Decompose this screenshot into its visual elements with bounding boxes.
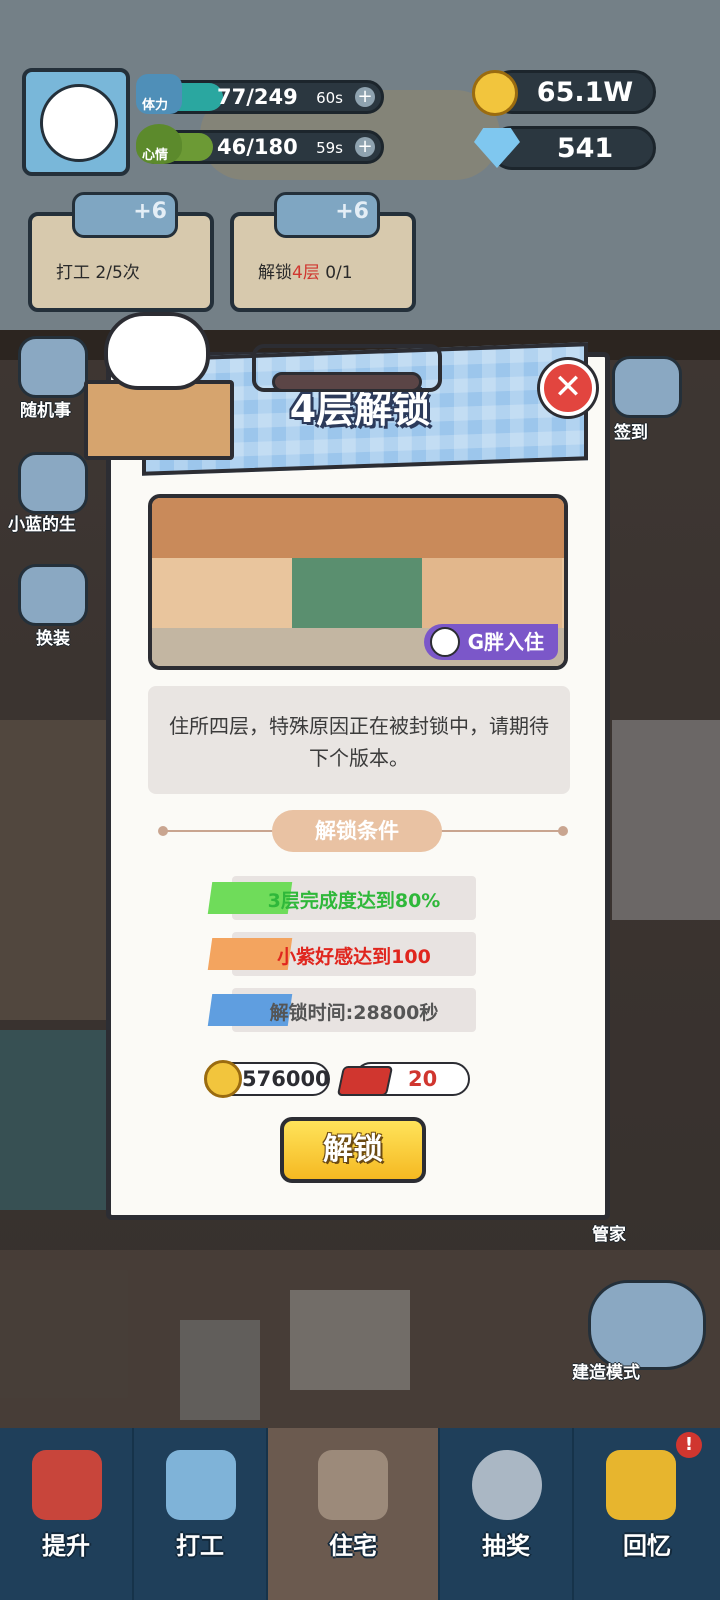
floor-preview-image: G胖入住	[148, 494, 568, 670]
stamina-label: 体力	[142, 98, 169, 113]
resident-face-icon	[429, 627, 460, 657]
divider-dot	[158, 826, 168, 836]
tab-label: 住宅	[329, 1532, 377, 1560]
xiaolan-life-button[interactable]	[18, 452, 88, 514]
description-box: 住所四层，特殊原因正在被封锁中，请期待下个版本。	[148, 686, 570, 794]
tab-label: 回忆	[623, 1532, 671, 1560]
resident-badge-text: G胖入住	[467, 630, 544, 654]
task-text: 解锁4层 0/1	[258, 263, 353, 283]
condition-text: 小紫好感达到100	[277, 946, 431, 968]
condition-row: 解锁时间:28800秒	[207, 988, 476, 1032]
divider-dot	[558, 826, 568, 836]
description-text: 住所四层，特殊原因正在被封锁中，请期待下个版本。	[169, 714, 549, 770]
heart-icon: 心情	[136, 124, 182, 164]
tab-home[interactable]: 住宅	[268, 1428, 440, 1600]
tab-label: 打工	[176, 1532, 224, 1560]
task-bonus: +6	[133, 199, 167, 224]
build-mode-button[interactable]	[588, 1280, 706, 1370]
unlock-button[interactable]: 解锁	[280, 1117, 426, 1183]
coin-icon	[472, 70, 518, 116]
player-avatar[interactable]	[22, 68, 130, 176]
condition-row: 3层完成度达到80%	[207, 876, 476, 920]
resident-badge: G胖入住	[423, 624, 558, 660]
dumbbell-icon: +6	[274, 192, 380, 238]
xiaolan-life-label: 小蓝的生	[8, 515, 76, 535]
tab-lottery[interactable]: 抽奖	[440, 1428, 574, 1600]
brick-cost-value: 20	[408, 1067, 438, 1091]
computer-icon	[166, 1450, 236, 1520]
brick-icon	[336, 1066, 394, 1096]
tab-work[interactable]: 打工	[134, 1428, 268, 1600]
mood-add-icon[interactable]: +	[355, 137, 375, 157]
book-icon	[32, 1450, 102, 1520]
tab-label: 抽奖	[482, 1532, 530, 1560]
cardboard-box-icon	[84, 380, 234, 460]
condition-text: 解锁时间:28800秒	[269, 1002, 439, 1024]
gem-balance[interactable]: 541	[490, 126, 656, 170]
stamina-value: 77/249	[217, 85, 298, 109]
house-icon	[318, 1450, 388, 1520]
coin-cost-value: 576000	[242, 1067, 330, 1091]
dumbbell-icon: 体力	[136, 74, 182, 114]
cat-mascot-icon	[104, 312, 210, 390]
build-mode-label: 建造模式	[572, 1363, 640, 1383]
task-card-unlock[interactable]: +6 解锁4层 0/1	[230, 192, 416, 312]
clipboard-clip-bar	[272, 372, 422, 392]
coin-icon	[204, 1060, 242, 1098]
alert-badge: !	[676, 1432, 702, 1458]
butler-label[interactable]: 管家	[592, 1220, 626, 1245]
tab-upgrade[interactable]: 提升	[0, 1428, 134, 1600]
coin-balance-value: 65.1W	[536, 77, 634, 108]
conditions-title: 解锁条件	[272, 810, 442, 852]
avatar-face-icon	[40, 84, 118, 162]
condition-row: 小紫好感达到100	[207, 932, 476, 976]
dress-up-button[interactable]	[18, 564, 88, 626]
task-bonus: +6	[335, 199, 369, 224]
condition-text: 3层完成度达到80%	[267, 890, 441, 912]
dumbbell-icon: +6	[72, 192, 178, 238]
mood-label: 心情	[142, 148, 169, 163]
gacha-machine-icon	[472, 1450, 542, 1520]
dress-up-label: 换装	[36, 629, 70, 649]
mood-timer: 59s	[316, 139, 343, 157]
stamina-timer: 60s	[316, 89, 343, 107]
stamina-add-icon[interactable]: +	[355, 87, 375, 107]
close-button[interactable]: ✕	[540, 360, 596, 416]
task-card-work[interactable]: +6 打工 2/5次	[28, 192, 214, 312]
tab-label: 提升	[42, 1532, 90, 1560]
camera-icon	[606, 1450, 676, 1520]
gem-balance-value: 541	[556, 133, 614, 164]
mood-value: 46/180	[217, 135, 298, 159]
task-text: 打工 2/5次	[56, 263, 140, 283]
